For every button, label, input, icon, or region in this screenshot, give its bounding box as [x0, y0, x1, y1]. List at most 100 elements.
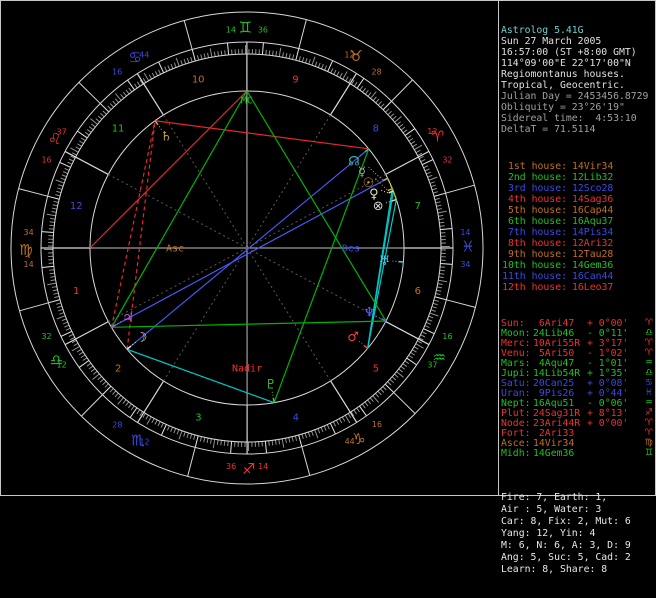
- degree-tick: [378, 101, 381, 105]
- house-label: 10th house:: [501, 260, 567, 271]
- house-row: 11th house:16Can44: [501, 271, 655, 282]
- degree-tick: [279, 48, 280, 57]
- degree-tick: [410, 352, 414, 355]
- degree-tick: [414, 145, 422, 150]
- degree-tick: [394, 374, 398, 377]
- pis-sign-glyph: ♓: [461, 238, 474, 256]
- fort-sign-icon: ♈: [645, 428, 653, 438]
- degree-tick: [436, 202, 441, 203]
- degree-tick: [305, 433, 306, 438]
- cusp-minute: 28: [372, 67, 382, 76]
- degree-tick: [208, 53, 209, 58]
- house-number: 10: [192, 74, 205, 85]
- degree-tick: [302, 434, 303, 439]
- degree-tick: [306, 58, 308, 63]
- degree-tick: [57, 188, 62, 190]
- cusp-degree: 14: [460, 228, 470, 237]
- aspect-line-trine: [247, 91, 386, 321]
- house-row: 10th house:14Gem36: [501, 260, 655, 271]
- sign-boundary: [302, 447, 310, 476]
- degree-tick: [65, 168, 70, 170]
- degree-tick: [58, 309, 63, 311]
- degree-tick: [380, 389, 383, 393]
- house-number: 2: [115, 363, 121, 374]
- degree-tick: [340, 73, 342, 77]
- degree-tick: [171, 64, 173, 69]
- degree-tick: [315, 430, 318, 438]
- plut-position-tick: [273, 398, 274, 403]
- sign-boundary: [81, 395, 102, 416]
- degree-tick: [204, 437, 205, 442]
- degree-tick: [53, 205, 58, 206]
- degree-tick: [187, 433, 189, 438]
- house-label: 3rd house:: [501, 183, 567, 194]
- degree-tick: [430, 313, 438, 316]
- degree-tick: [167, 426, 169, 431]
- aspect-line-square: [111, 121, 155, 328]
- cusp-minute: 36: [226, 462, 236, 471]
- degree-tick: [54, 201, 59, 202]
- house-cusp-value: 16Cap44: [567, 205, 613, 216]
- sign-boundary: [392, 80, 413, 101]
- degree-tick: [165, 67, 167, 72]
- degree-tick: [312, 431, 314, 436]
- degree-tick: [373, 97, 376, 101]
- degree-tick: [144, 73, 149, 81]
- degree-tick: [48, 196, 60, 199]
- degree-tick: [64, 325, 69, 327]
- degree-tick: [309, 59, 311, 64]
- degree-tick: [363, 88, 366, 92]
- degree-tick: [231, 441, 232, 453]
- sign-boundary: [299, 20, 307, 49]
- degree-tick: [77, 349, 81, 352]
- degree-tick: [437, 287, 442, 288]
- gem-sign-glyph: ♊: [239, 18, 252, 36]
- degree-tick: [126, 90, 129, 94]
- house-number: 1: [73, 286, 79, 297]
- header-line: 114°09'00"E 22°17'00"N: [501, 58, 655, 69]
- house-label: 12th house:: [501, 282, 567, 293]
- degree-tick: [79, 141, 83, 144]
- moon-sign-icon: ♎: [645, 328, 653, 338]
- house-row: 7th house:14Pis34: [501, 227, 655, 238]
- degree-tick: [439, 274, 444, 275]
- degree-tick: [315, 62, 317, 67]
- degree-tick: [50, 276, 55, 277]
- degree-tick: [67, 162, 72, 164]
- degree-tick: [50, 273, 55, 274]
- degree-tick: [434, 193, 446, 196]
- degree-tick: [269, 441, 270, 446]
- degree-tick: [129, 88, 132, 92]
- cusp-minute: 32: [442, 156, 452, 165]
- degree-tick: [417, 341, 421, 343]
- degree-tick: [110, 103, 113, 107]
- asce-sign-icon: ♍: [645, 438, 653, 448]
- degree-tick: [50, 218, 55, 219]
- degree-tick: [289, 437, 290, 442]
- vir-sign-glyph: ♍: [19, 241, 32, 259]
- jupi-glyph: ♃: [122, 311, 134, 326]
- degree-tick: [269, 50, 270, 55]
- house-row: 2nd house:12Lib32: [501, 172, 655, 183]
- degree-tick: [283, 52, 284, 57]
- cusp-minute: 44: [345, 437, 355, 446]
- degree-tick: [299, 56, 300, 61]
- degree-tick: [289, 54, 290, 59]
- signature-summary: Fire: 7, Earth: 1,Air : 5, Water: 3Car: …: [501, 492, 655, 576]
- degree-tick: [214, 52, 215, 57]
- midheaven-label: MC: [241, 96, 253, 107]
- node-sign-icon: ♈: [645, 418, 653, 428]
- sign-boundary: [184, 21, 192, 50]
- sign-boundary: [20, 303, 49, 311]
- merc-sign-icon: ♈: [645, 338, 653, 348]
- header-line: 16:57:00 (ST +8:00 GMT): [501, 47, 655, 58]
- house-number: 8: [373, 124, 379, 135]
- house-number: 4: [293, 413, 299, 424]
- degree-tick: [171, 427, 173, 432]
- degree-tick: [333, 422, 335, 426]
- degree-tick: [430, 182, 435, 184]
- degree-tick: [56, 303, 61, 304]
- degree-tick: [98, 116, 102, 119]
- house-row: 12th house:16Leo37: [501, 282, 655, 293]
- degree-tick: [195, 436, 198, 448]
